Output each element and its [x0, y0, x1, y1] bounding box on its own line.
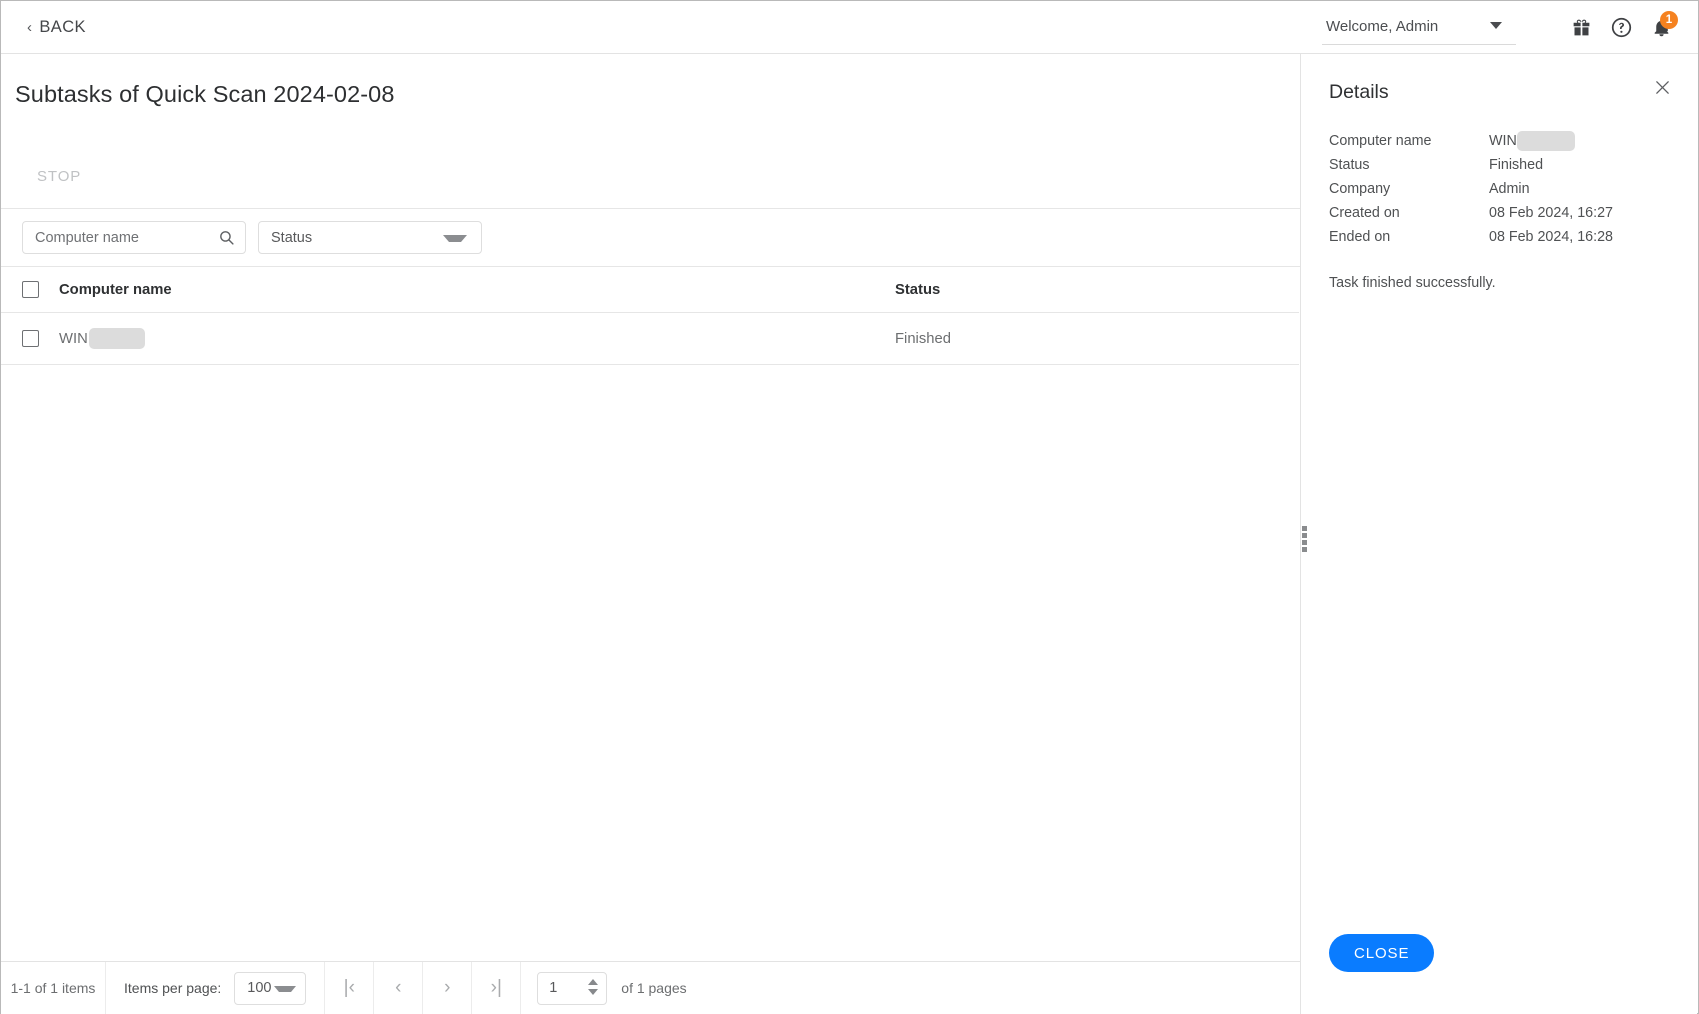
stop-button[interactable]: STOP: [37, 168, 81, 185]
topbar-right-group: Welcome, Admin 1: [1322, 9, 1698, 45]
details-field-list: Computer name WIN Status Finished Compan…: [1301, 129, 1697, 249]
redacted-value-box: [89, 328, 145, 349]
details-field-value: 08 Feb 2024, 16:27: [1489, 205, 1613, 221]
details-field-key: Status: [1329, 157, 1489, 173]
next-page-button[interactable]: ›: [423, 962, 472, 1014]
user-menu-label: Welcome, Admin: [1322, 18, 1438, 35]
details-field-key: Ended on: [1329, 229, 1489, 245]
items-per-page-label: Items per page:: [124, 980, 221, 996]
stepper-up-icon[interactable]: [588, 979, 598, 985]
previous-page-button[interactable]: ‹: [374, 962, 423, 1014]
table-row[interactable]: WIN Finished: [1, 313, 1299, 365]
computer-name-search[interactable]: [22, 221, 246, 254]
last-page-button[interactable]: ›|: [472, 962, 521, 1014]
details-field-value: Admin: [1489, 181, 1530, 197]
app-window: ‹ BACK Welcome, Admin: [0, 0, 1699, 1014]
search-icon[interactable]: [218, 229, 235, 251]
page-title: Subtasks of Quick Scan 2024-02-08: [1, 54, 1300, 108]
filter-toolbar: Status: [1, 209, 1300, 267]
details-panel: Details Computer name WIN Status Finishe…: [1300, 54, 1697, 1014]
main-content-area: Subtasks of Quick Scan 2024-02-08 STOP S…: [1, 54, 1300, 1014]
status-filter-dropdown[interactable]: Status: [258, 221, 482, 254]
details-field-value: 08 Feb 2024, 16:28: [1489, 229, 1613, 245]
grip-dot: [1302, 540, 1307, 545]
first-page-button[interactable]: |‹: [325, 962, 374, 1014]
chevron-down-icon: [443, 235, 467, 242]
chevron-left-icon: ‹: [27, 20, 32, 35]
panel-resize-handle[interactable]: [1302, 526, 1307, 552]
column-header-computer-name[interactable]: Computer name: [39, 282, 895, 298]
row-checkbox[interactable]: [22, 330, 39, 347]
status-filter-label: Status: [259, 230, 312, 246]
grip-dot: [1302, 526, 1307, 531]
action-toolbar: STOP: [1, 145, 1300, 209]
pagination-bar: 1-1 of 1 items Items per page: 100 |‹ ‹ …: [1, 961, 1300, 1014]
search-input[interactable]: [23, 222, 205, 253]
details-field-key: Computer name: [1329, 133, 1489, 149]
notifications-icon[interactable]: 1: [1644, 10, 1678, 44]
computer-name-text: WIN: [59, 331, 88, 347]
details-message: Task finished successfully.: [1301, 275, 1697, 291]
table-header-row: Computer name Status: [1, 267, 1299, 313]
details-field: Created on 08 Feb 2024, 16:27: [1329, 201, 1697, 225]
items-per-page-value: 100: [235, 980, 271, 996]
subtasks-table: Computer name Status WIN Finished: [1, 267, 1299, 365]
notification-badge: 1: [1660, 11, 1678, 29]
page-number-stepper[interactable]: [537, 972, 607, 1005]
back-button-label: BACK: [39, 18, 86, 37]
details-field-key: Company: [1329, 181, 1489, 197]
total-pages-label: of 1 pages: [621, 980, 686, 996]
details-field-key: Created on: [1329, 205, 1489, 221]
redacted-value-box: [1517, 131, 1575, 151]
grip-dot: [1302, 533, 1307, 538]
details-field: Company Admin: [1329, 177, 1697, 201]
gift-icon[interactable]: [1564, 10, 1598, 44]
back-button[interactable]: ‹ BACK: [27, 18, 86, 37]
close-icon[interactable]: [1649, 74, 1675, 100]
items-range-label: 1-1 of 1 items: [1, 962, 106, 1014]
cell-computer-name: WIN: [39, 328, 895, 349]
items-per-page-group: Items per page: 100: [106, 962, 325, 1014]
details-panel-title: Details: [1301, 54, 1697, 104]
details-field-value: Finished: [1489, 157, 1543, 173]
details-field: Ended on 08 Feb 2024, 16:28: [1329, 225, 1697, 249]
page-number-input[interactable]: [538, 973, 582, 1004]
user-menu-dropdown[interactable]: Welcome, Admin: [1322, 9, 1516, 45]
chevron-down-icon: [274, 986, 296, 992]
chevron-down-icon: [1490, 22, 1502, 29]
items-per-page-dropdown[interactable]: 100: [234, 972, 306, 1005]
stepper-down-icon[interactable]: [588, 989, 598, 995]
help-icon[interactable]: [1604, 10, 1638, 44]
select-all-checkbox[interactable]: [22, 281, 39, 298]
stepper-arrows[interactable]: [588, 979, 598, 995]
grip-dot: [1302, 547, 1307, 552]
details-field: Computer name WIN: [1329, 129, 1697, 153]
cell-status: Finished: [895, 331, 1299, 347]
top-navigation-bar: ‹ BACK Welcome, Admin: [1, 1, 1698, 54]
page-number-group: of 1 pages: [521, 962, 702, 1014]
column-header-status[interactable]: Status: [895, 282, 1299, 298]
details-field-value: WIN: [1489, 131, 1575, 151]
details-field: Status Finished: [1329, 153, 1697, 177]
close-button[interactable]: CLOSE: [1329, 934, 1434, 972]
details-computer-name-text: WIN: [1489, 133, 1517, 149]
